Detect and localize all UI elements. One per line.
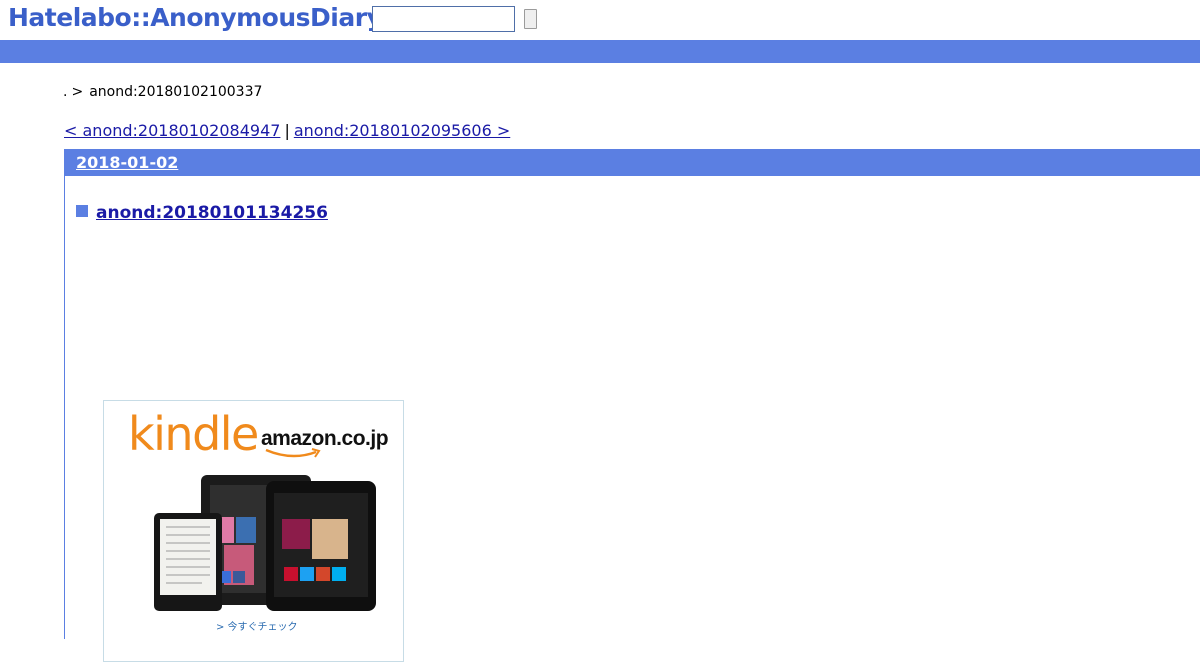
header-bar [0, 40, 1200, 63]
day-section: 2018-01-02 anond:20180101134256 kindle a… [64, 149, 1200, 662]
square-bullet-icon [76, 205, 88, 217]
kindle-logo-text: kindle [128, 407, 259, 461]
kindle-ad-banner[interactable]: kindle amazon.co.jp > 今すぐチェック [103, 400, 404, 662]
amazon-smile-icon [265, 448, 321, 458]
day-date-link[interactable]: 2018-01-02 [76, 153, 178, 172]
kindle-devices-image [154, 475, 376, 611]
search-button[interactable] [524, 9, 537, 29]
breadcrumb-prefix[interactable]: . [63, 84, 67, 100]
breadcrumb-separator: > [71, 84, 84, 100]
breadcrumb: . > anond:20180102100337 [63, 84, 262, 100]
entry-pager: < anond:20180102084947 | anond:20180102095… [64, 121, 510, 140]
breadcrumb-current: anond:20180102100337 [89, 84, 263, 100]
prev-entry-link[interactable]: < anond:20180102084947 [64, 121, 280, 140]
site-logo[interactable]: Hatelabo::AnonymousDiary [8, 3, 383, 32]
ad-cta-link[interactable]: > 今すぐチェック [216, 618, 298, 633]
entry-title-link[interactable]: anond:20180101134256 [96, 203, 328, 223]
entry-title: anond:20180101134256 [76, 203, 328, 223]
search-input[interactable] [372, 6, 515, 32]
day-header: 2018-01-02 [65, 149, 1200, 176]
next-entry-link[interactable]: anond:20180102095606 > [294, 121, 510, 140]
site-header: Hatelabo::AnonymousDiary [0, 0, 1200, 40]
pager-separator: | [284, 121, 290, 140]
